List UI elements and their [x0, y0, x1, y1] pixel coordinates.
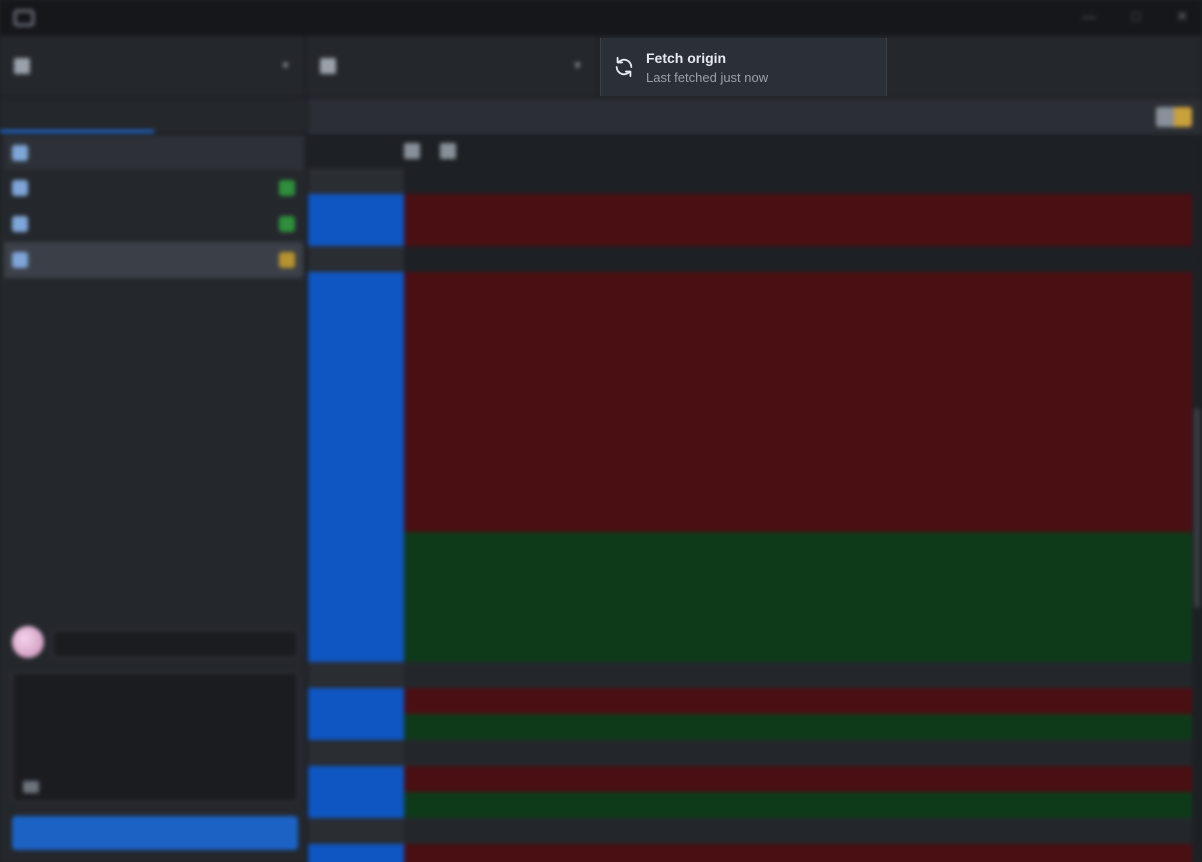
diff-line[interactable]: [308, 168, 1192, 194]
diff-line[interactable]: [308, 766, 1192, 792]
diff-scrollbar[interactable]: [1192, 168, 1202, 862]
diff-line[interactable]: [308, 714, 1192, 740]
diff-line[interactable]: [308, 454, 1192, 480]
file-added-icon: [279, 216, 295, 232]
chevron-down-icon: ▼: [280, 60, 291, 72]
file-list-item[interactable]: [4, 206, 303, 242]
file-added-icon: [279, 180, 295, 196]
changed-files-header: [4, 136, 303, 170]
diff-line[interactable]: [308, 506, 1192, 532]
diff-line[interactable]: [308, 220, 1192, 246]
diff-toolbar: [308, 136, 1202, 166]
file-checkbox[interactable]: [12, 180, 28, 196]
commit-summary-input[interactable]: [52, 630, 298, 658]
diff-line[interactable]: [308, 636, 1192, 662]
fetch-origin-button[interactable]: Fetch origin Last fetched just now: [600, 38, 887, 96]
tab-history[interactable]: [154, 98, 308, 133]
diff-line[interactable]: [308, 272, 1192, 298]
diff-header: [308, 98, 1202, 136]
branch-icon: [320, 58, 336, 74]
file-list-item[interactable]: [4, 170, 303, 206]
repo-icon: [14, 58, 30, 74]
sidebar-tabs: [0, 98, 307, 134]
diff-line[interactable]: [308, 246, 1192, 272]
file-checkbox[interactable]: [12, 216, 28, 232]
diff-line[interactable]: [308, 610, 1192, 636]
diff-line[interactable]: [308, 584, 1192, 610]
diff-line[interactable]: [308, 298, 1192, 324]
select-all-checkbox[interactable]: [12, 145, 28, 161]
file-list-item[interactable]: [4, 242, 303, 278]
collapse-icon[interactable]: [440, 143, 456, 159]
close-icon[interactable]: ✕: [1176, 8, 1188, 25]
diff-options-icon[interactable]: [1156, 106, 1192, 127]
diff-line[interactable]: [308, 194, 1192, 220]
commit-panel: [0, 618, 308, 862]
app-menu-icon[interactable]: [14, 10, 34, 26]
scrollbar-thumb[interactable]: [1194, 408, 1200, 608]
commit-description-input[interactable]: [12, 672, 298, 802]
diff-line[interactable]: [308, 532, 1192, 558]
diff-hunk-separator[interactable]: [308, 818, 1192, 844]
commit-button[interactable]: [12, 816, 298, 850]
app-window: — □ ✕ ▼ ▼: [0, 0, 1202, 862]
diff-hunk-separator[interactable]: [308, 740, 1192, 766]
minimize-icon[interactable]: —: [1082, 8, 1096, 25]
diff-hunk-separator[interactable]: [308, 662, 1192, 688]
maximize-icon[interactable]: □: [1132, 8, 1140, 25]
diff-line[interactable]: [308, 792, 1192, 818]
menu-bar: — □ ✕: [0, 0, 1202, 36]
diff-line[interactable]: [308, 350, 1192, 376]
diff-line[interactable]: [308, 324, 1192, 350]
avatar: [12, 626, 44, 658]
diff-line[interactable]: [308, 558, 1192, 584]
sidebar: [0, 98, 308, 862]
diff-line[interactable]: [308, 402, 1192, 428]
sync-icon: [615, 56, 633, 78]
diff-lines: [308, 168, 1192, 862]
expand-icon[interactable]: [404, 143, 420, 159]
diff-view: [308, 98, 1202, 862]
chevron-down-icon: ▼: [572, 60, 583, 72]
current-repository-button[interactable]: ▼: [0, 36, 306, 98]
fetch-origin-status: Last fetched just now: [646, 70, 769, 85]
window-controls: — □ ✕: [1082, 8, 1188, 25]
add-coauthor-icon[interactable]: [23, 781, 39, 793]
current-branch-button[interactable]: ▼: [306, 36, 598, 98]
diff-line[interactable]: [308, 480, 1192, 506]
diff-line[interactable]: [308, 376, 1192, 402]
file-modified-icon: [279, 252, 295, 268]
diff-line[interactable]: [308, 844, 1192, 862]
tab-changes[interactable]: [0, 98, 154, 133]
diff-line[interactable]: [308, 428, 1192, 454]
diff-line[interactable]: [308, 688, 1192, 714]
fetch-origin-title: Fetch origin: [646, 50, 727, 66]
file-checkbox[interactable]: [12, 252, 28, 268]
